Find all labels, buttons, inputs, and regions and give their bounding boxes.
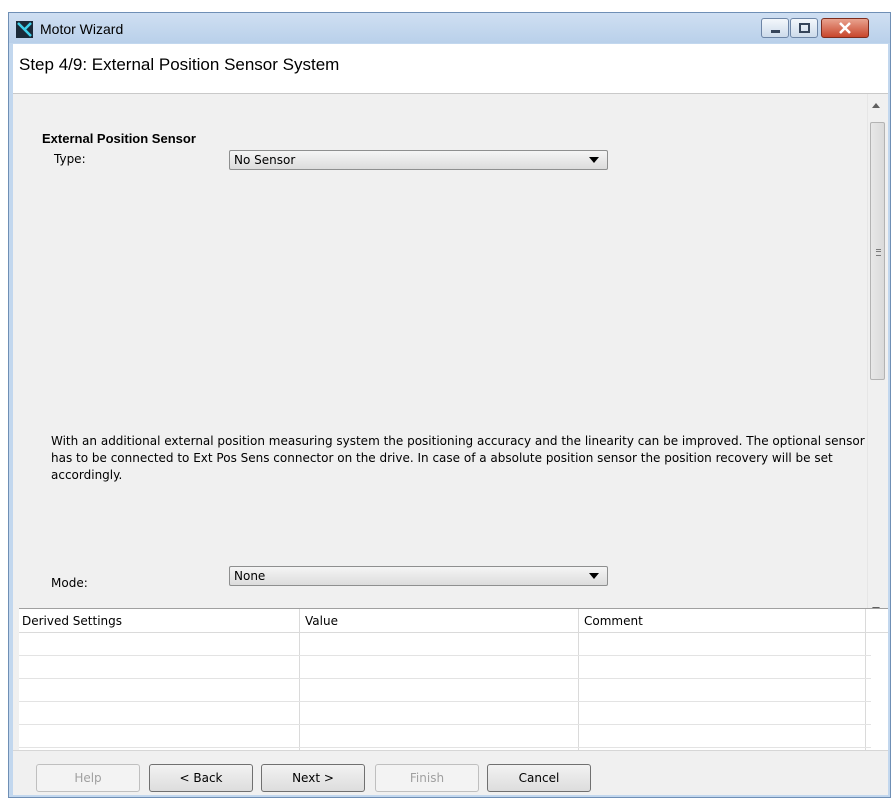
- chevron-down-icon: [589, 157, 599, 163]
- settings-panel: External Position Sensor Type: No Sensor…: [13, 94, 888, 622]
- maximize-icon: [799, 23, 810, 33]
- scroll-up-icon[interactable]: [872, 103, 880, 108]
- close-icon: [839, 22, 851, 34]
- column-header-derived-settings[interactable]: Derived Settings: [22, 614, 122, 628]
- next-button[interactable]: Next >: [261, 764, 365, 792]
- minimize-icon: [771, 30, 780, 33]
- type-label: Type:: [54, 152, 86, 166]
- button-bar: Help < Back Next > Finish Cancel: [13, 750, 888, 795]
- table-row: [19, 747, 871, 748]
- table-header: Derived Settings Value Comment: [19, 609, 888, 633]
- description-text: With an additional external position mea…: [51, 434, 865, 482]
- window-title: Motor Wizard: [40, 21, 124, 37]
- wizard-client-area: Step 4/9: External Position Sensor Syste…: [13, 44, 888, 795]
- column-divider: [299, 609, 300, 751]
- column-header-comment[interactable]: Comment: [584, 614, 643, 628]
- back-button[interactable]: < Back: [149, 764, 253, 792]
- step-header: Step 4/9: External Position Sensor Syste…: [13, 44, 888, 94]
- mode-dropdown[interactable]: None: [229, 566, 608, 586]
- column-divider: [578, 609, 579, 751]
- type-dropdown-value: No Sensor: [234, 153, 296, 167]
- derived-settings-table: Derived Settings Value Comment: [19, 608, 888, 751]
- scrollbar-thumb[interactable]: [870, 122, 885, 380]
- chevron-down-icon: [589, 573, 599, 579]
- app-logo-icon: [16, 21, 33, 38]
- cancel-button[interactable]: Cancel: [487, 764, 591, 792]
- grip-icon: [876, 249, 881, 256]
- table-row: [19, 655, 871, 656]
- minimize-button[interactable]: [761, 18, 789, 38]
- table-row: [19, 701, 871, 702]
- title-bar[interactable]: Motor Wizard: [9, 13, 890, 43]
- finish-button[interactable]: Finish: [375, 764, 479, 792]
- help-button[interactable]: Help: [36, 764, 140, 792]
- section-title: External Position Sensor: [42, 131, 196, 146]
- type-dropdown[interactable]: No Sensor: [229, 150, 608, 170]
- column-divider: [865, 609, 866, 751]
- table-row: [19, 678, 871, 679]
- mode-label: Mode:: [51, 576, 88, 590]
- motor-wizard-window: Motor Wizard Step 4/9: External Position…: [8, 12, 891, 798]
- column-header-value[interactable]: Value: [305, 614, 338, 628]
- table-row: [19, 724, 871, 725]
- page-title: Step 4/9: External Position Sensor Syste…: [19, 55, 340, 74]
- maximize-button[interactable]: [790, 18, 818, 38]
- mode-dropdown-value: None: [234, 569, 266, 583]
- vertical-scrollbar[interactable]: [867, 94, 887, 622]
- close-button[interactable]: [821, 18, 869, 38]
